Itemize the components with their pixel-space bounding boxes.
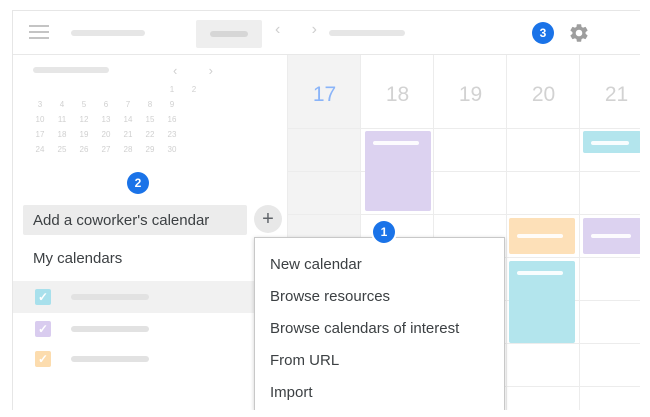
mini-calendar-day	[183, 115, 205, 124]
mini-calendar-day[interactable]: 1	[161, 85, 183, 94]
check-icon[interactable]: ✓	[35, 351, 51, 367]
chevron-right-icon[interactable]: ›	[209, 63, 213, 78]
settings-step-badge: 3	[532, 22, 554, 44]
add-calendar-step-badge: 2	[127, 172, 149, 194]
check-icon[interactable]: ✓	[35, 289, 51, 305]
mini-calendar-day[interactable]: 8	[139, 100, 161, 109]
day-number[interactable]: 17	[288, 83, 361, 107]
calendar-event[interactable]	[509, 218, 575, 254]
mini-calendar-day	[139, 85, 161, 94]
mini-calendar-day[interactable]: 28	[117, 145, 139, 154]
today-button[interactable]	[196, 20, 262, 48]
add-coworker-calendar-input[interactable]: Add a coworker's calendar	[23, 205, 247, 235]
mini-calendar-month-placeholder	[33, 67, 109, 73]
my-calendars-heading[interactable]: My calendars	[33, 250, 122, 267]
app-title-placeholder	[71, 30, 145, 36]
top-bar: ‹ › 3	[13, 11, 640, 55]
mini-calendar-day[interactable]: 13	[95, 115, 117, 124]
mini-calendar-nav: ‹ ›	[173, 63, 213, 78]
mini-calendar-day[interactable]: 6	[95, 100, 117, 109]
chevron-left-icon[interactable]: ‹	[275, 21, 280, 43]
calendar-item[interactable]: ✓	[13, 343, 287, 375]
mini-calendar-day[interactable]: 20	[95, 130, 117, 139]
mini-calendar-day[interactable]: 3	[29, 100, 51, 109]
sidebar: ‹ › 1 2 3 4 5 6 7 8 9 10 11 12 13 14 15 16 17 18 19 20 21 22 2…	[13, 55, 287, 410]
mini-calendar-day[interactable]: 22	[139, 130, 161, 139]
mini-calendar-day[interactable]: 16	[161, 115, 183, 124]
menu-item-import[interactable]: Import	[270, 384, 313, 401]
menu-item-new-calendar[interactable]: New calendar	[270, 256, 362, 273]
mini-calendar-day[interactable]: 19	[73, 130, 95, 139]
calendar-event[interactable]	[583, 218, 640, 254]
mini-calendar-day[interactable]: 10	[29, 115, 51, 124]
date-nav: ‹ ›	[275, 21, 317, 43]
mini-calendar-day[interactable]: 11	[51, 115, 73, 124]
add-other-calendars-button[interactable]: +	[254, 205, 282, 233]
mini-calendar-day[interactable]: 12	[73, 115, 95, 124]
day-number[interactable]: 19	[434, 83, 507, 107]
mini-calendar-day[interactable]: 26	[73, 145, 95, 154]
mini-calendar-day[interactable]: 17	[29, 130, 51, 139]
mini-calendar: ‹ › 1 2 3 4 5 6 7 8 9 10 11 12 13 14 15 16 17 18 19 20 21 22 2…	[13, 55, 287, 195]
mini-calendar-day[interactable]: 2	[183, 85, 205, 94]
menu-item-browse-resources[interactable]: Browse resources	[270, 288, 390, 305]
mini-calendar-day[interactable]: 4	[51, 100, 73, 109]
calendar-event[interactable]	[583, 131, 640, 153]
mini-calendar-day[interactable]: 7	[117, 100, 139, 109]
calendar-item[interactable]: ✓	[13, 313, 287, 345]
day-number[interactable]: 18	[361, 83, 434, 107]
mini-calendar-day	[183, 130, 205, 139]
mini-calendar-day	[51, 85, 73, 94]
gear-icon[interactable]	[568, 22, 590, 44]
check-icon[interactable]: ✓	[35, 321, 51, 337]
mini-calendar-day[interactable]: 5	[73, 100, 95, 109]
mini-calendar-day[interactable]: 25	[51, 145, 73, 154]
mini-calendar-day[interactable]: 23	[161, 130, 183, 139]
calendar-event[interactable]	[509, 261, 575, 343]
calendar-item[interactable]: ✓	[13, 281, 287, 313]
mini-calendar-day[interactable]: 15	[139, 115, 161, 124]
calendar-app: ‹ › 3 ‹ › 1 2 3 4 5 6 7 8 9 10 11 12 13 14 15 16 17 18 19 2…	[12, 10, 640, 410]
date-range-placeholder	[329, 30, 405, 36]
mini-calendar-day[interactable]: 29	[139, 145, 161, 154]
chevron-left-icon[interactable]: ‹	[173, 63, 177, 78]
mini-calendar-day[interactable]: 9	[161, 100, 183, 109]
mini-calendar-day	[29, 85, 51, 94]
mini-calendar-day[interactable]: 14	[117, 115, 139, 124]
mini-calendar-day	[95, 85, 117, 94]
mini-calendar-grid: 1 2 3 4 5 6 7 8 9 10 11 12 13 14 15 16 17 18 19 20 21 22 23 24 2…	[29, 85, 219, 154]
mini-calendar-day	[117, 85, 139, 94]
mini-calendar-day[interactable]: 30	[161, 145, 183, 154]
menu-step-badge: 1	[373, 221, 395, 243]
menu-icon[interactable]	[29, 25, 49, 39]
day-number[interactable]: 20	[507, 83, 580, 107]
add-calendar-menu: New calendar Browse resources Browse cal…	[254, 237, 505, 410]
day-number[interactable]: 21	[580, 83, 640, 107]
mini-calendar-day[interactable]: 27	[95, 145, 117, 154]
menu-item-browse-calendars-of-interest[interactable]: Browse calendars of interest	[270, 320, 459, 337]
mini-calendar-day[interactable]: 18	[51, 130, 73, 139]
mini-calendar-day	[73, 85, 95, 94]
mini-calendar-day	[183, 100, 205, 109]
mini-calendar-day	[183, 145, 205, 154]
mini-calendar-day[interactable]: 21	[117, 130, 139, 139]
mini-calendar-day[interactable]: 24	[29, 145, 51, 154]
calendar-event[interactable]	[365, 131, 431, 211]
menu-item-from-url[interactable]: From URL	[270, 352, 339, 369]
chevron-right-icon[interactable]: ›	[312, 21, 317, 43]
